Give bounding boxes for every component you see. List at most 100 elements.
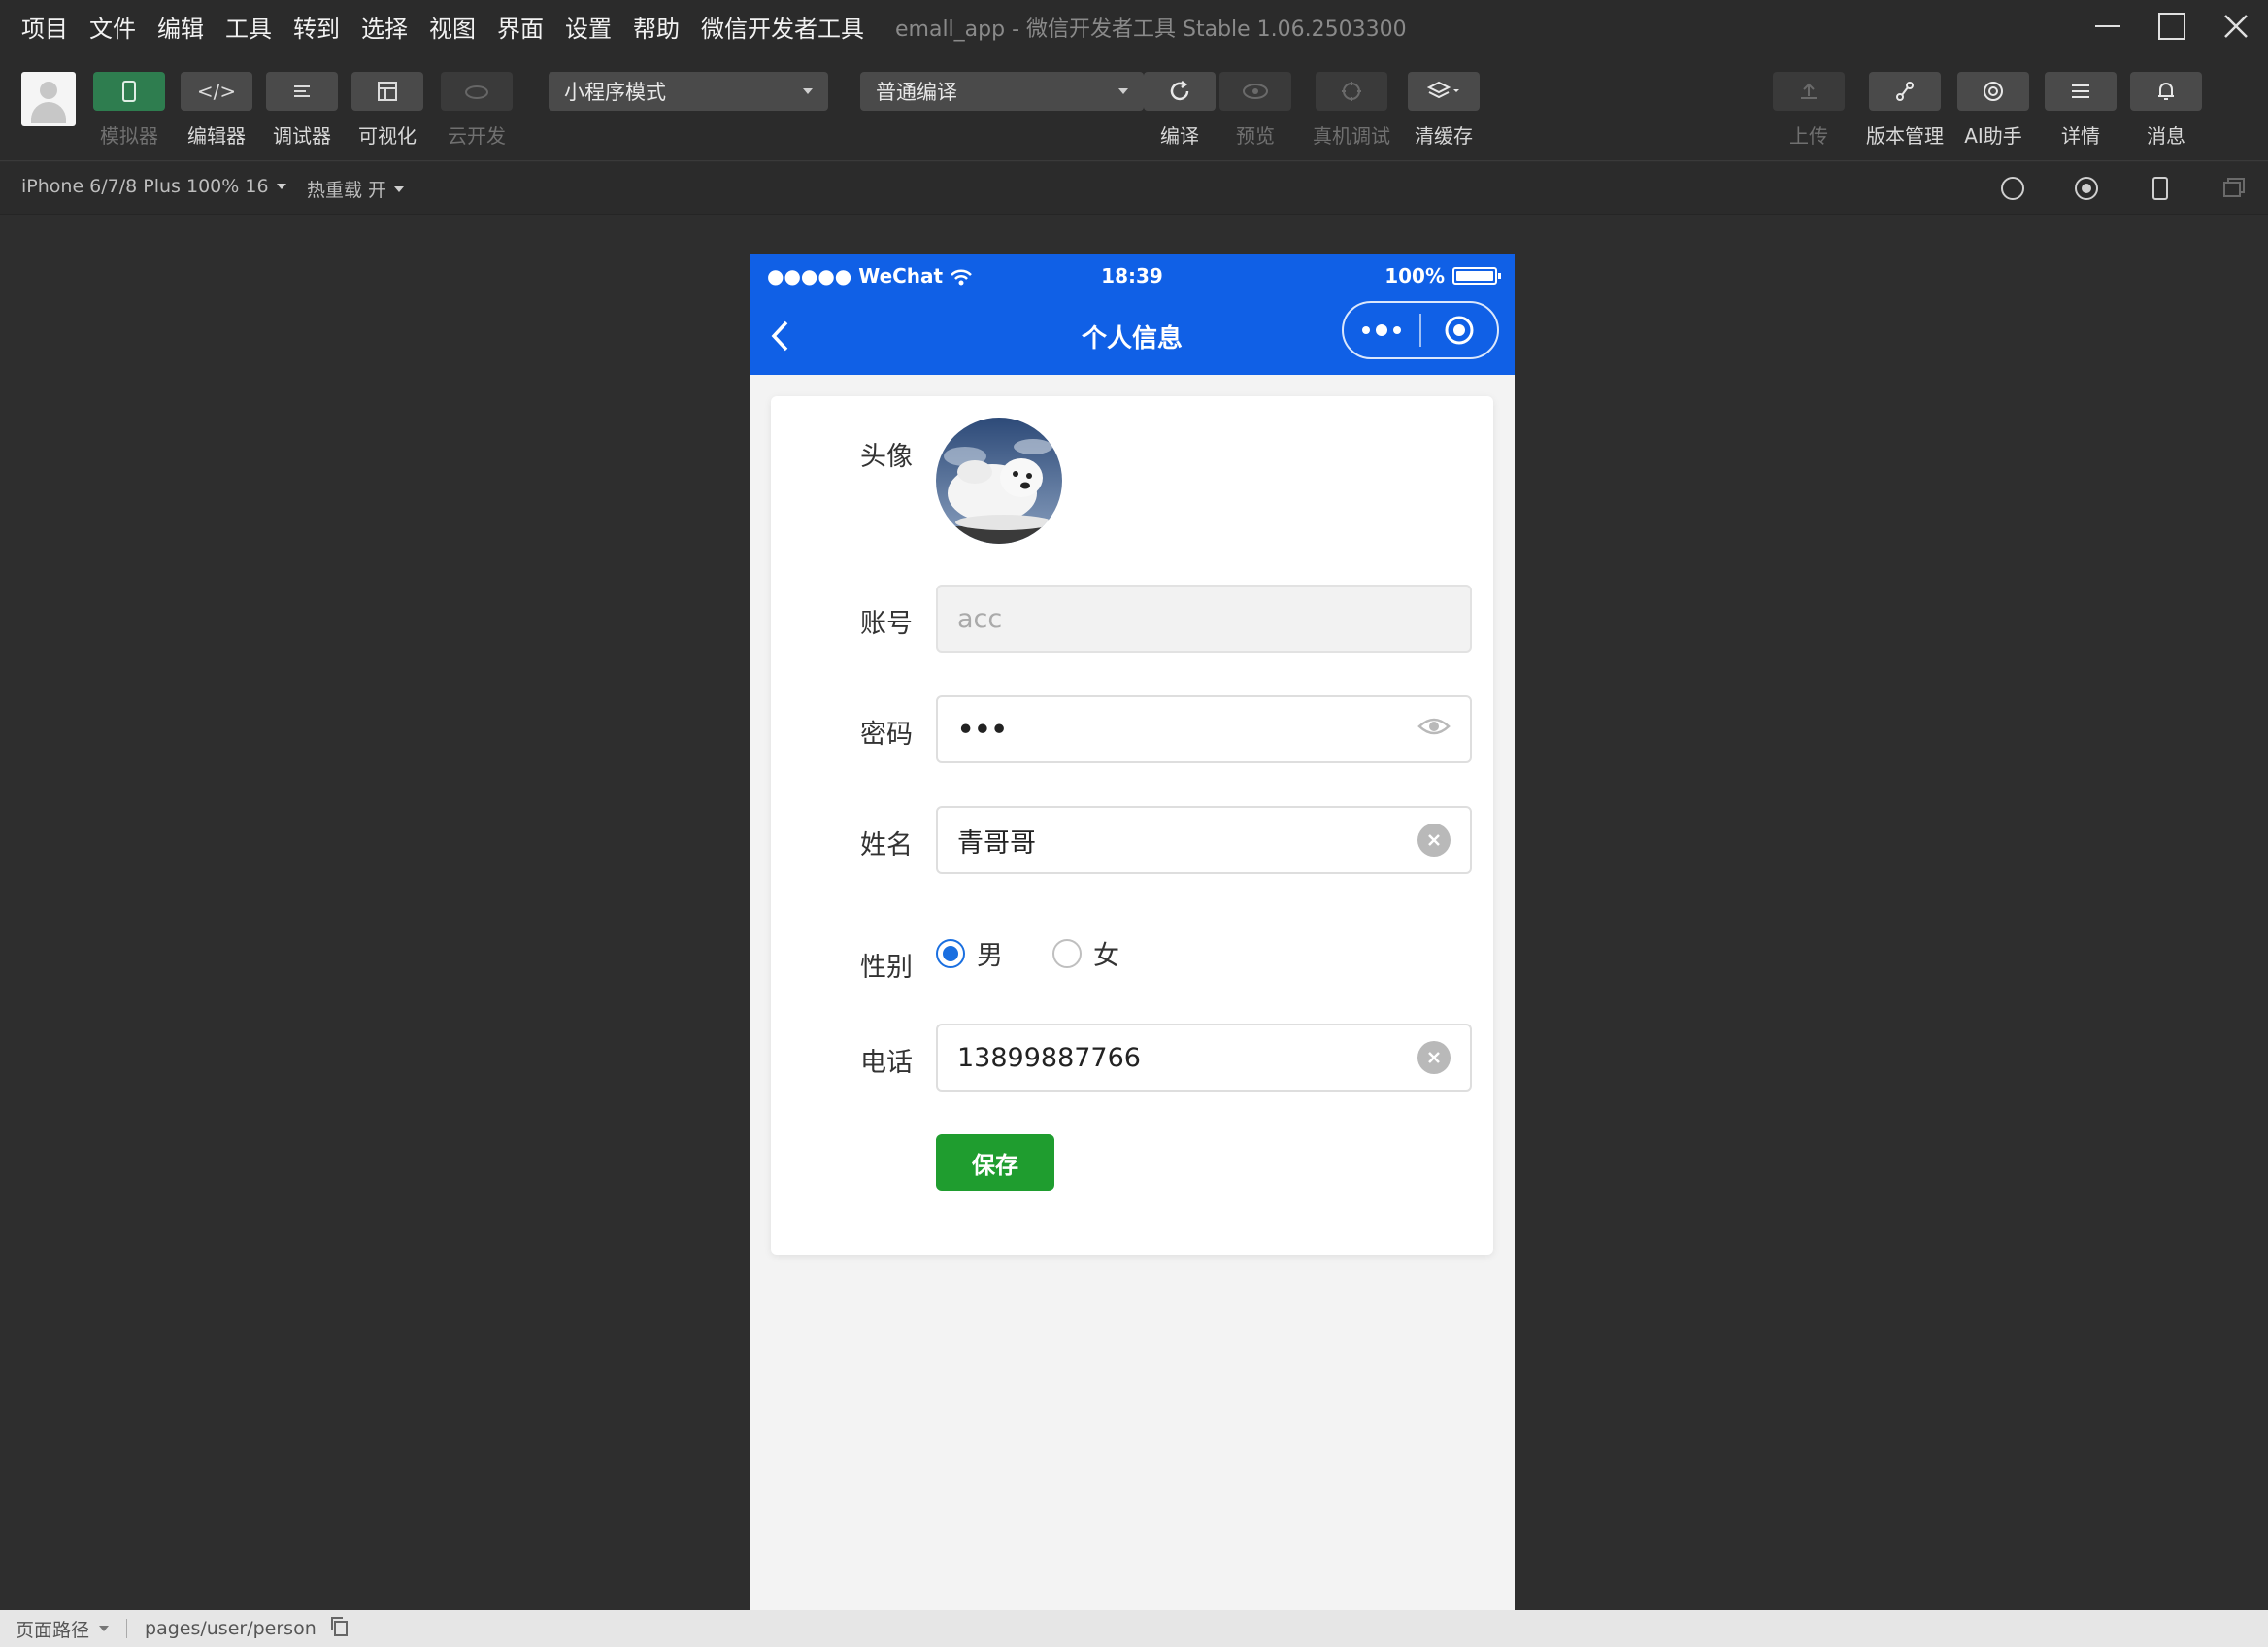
menu-file[interactable]: 文件 [89,10,136,44]
gender-male-label: 男 [977,941,1003,971]
menu-icon[interactable] [2045,72,2117,111]
gender-option-female[interactable]: 女 [1052,934,1119,972]
close-window-button[interactable] [2204,0,2268,52]
menu-tools[interactable]: 工具 [225,10,272,44]
layout-icon[interactable] [351,72,423,111]
mode-select[interactable]: 小程序模式 [549,72,828,111]
copy-icon [330,1616,348,1636]
menu-select[interactable]: 选择 [361,10,408,44]
menu-edit[interactable]: 编辑 [157,10,204,44]
visual-label: 可视化 [358,124,417,148]
clear-cache-button[interactable]: 清缓存 [1408,72,1480,149]
save-button[interactable]: 保存 [936,1134,1054,1191]
radio-female[interactable] [1052,938,1082,968]
rotate-device-icon[interactable] [2148,176,2173,201]
status-divider [126,1619,128,1638]
device-select[interactable]: iPhone 6/7/8 Plus 100% 16 [21,176,286,197]
user-avatar[interactable] [21,72,76,126]
refresh-icon[interactable] [1144,72,1216,111]
visual-toggle[interactable]: 可视化 [351,72,423,149]
menu-wechat-devtools[interactable]: 微信开发者工具 [701,10,864,44]
hot-reload-select[interactable]: 热重载 开 [307,176,405,202]
gender-option-male[interactable]: 男 [936,934,1003,972]
name-field[interactable]: 青哥哥 [936,806,1472,874]
window-mode-icon[interactable] [2221,176,2247,201]
clear-name-button[interactable] [1418,824,1451,857]
password-label: 密码 [860,720,913,750]
target-icon[interactable] [2074,176,2099,201]
more-button[interactable] [1344,303,1419,357]
clear-phone-button[interactable] [1418,1041,1451,1074]
version-button[interactable]: 版本管理 [1866,72,1944,149]
upload-label: 上传 [1789,124,1828,148]
status-battery: 100% [1384,264,1501,287]
avatar-body-shape [31,102,66,123]
menu-settings[interactable]: 设置 [565,10,612,44]
profile-card: 头像 账号 acc 密码 ••• 姓名 青哥哥 性别 男 女 电话 138998… [771,396,1493,1255]
password-field[interactable]: ••• [936,695,1472,763]
copy-path-button[interactable] [330,1616,350,1642]
page-path-label[interactable]: 页面路径 [16,1616,89,1642]
compile-select[interactable]: 普通编译 [860,72,1144,111]
layers-icon[interactable] [1408,72,1480,111]
compile-button[interactable]: 编译 [1144,72,1216,149]
ai-icon[interactable] [1957,72,2029,111]
messages-button[interactable]: 消息 [2130,72,2202,149]
phone-header: ●●●●● WeChat 18:39 100% 个人信息 [750,254,1515,375]
debugger-label: 调试器 [273,124,331,148]
name-label: 姓名 [860,830,913,860]
upload-icon[interactable] [1773,72,1845,111]
menu-interface[interactable]: 界面 [497,10,544,44]
phone-field[interactable]: 13899887766 [936,1024,1472,1092]
device-debug-label: 真机调试 [1313,124,1390,148]
details-button[interactable]: 详情 [2045,72,2117,149]
bell-icon[interactable] [2130,72,2202,111]
device-debug-button[interactable]: 真机调试 [1313,72,1390,149]
phone-simulator: ●●●●● WeChat 18:39 100% 个人信息 头像 账号 acc 密… [750,254,1515,1610]
menu-help[interactable]: 帮助 [633,10,680,44]
cloud-label: 云开发 [448,124,506,148]
simulator-label: 模拟器 [100,124,158,148]
minimize-button[interactable] [2076,0,2140,52]
editor-toggle[interactable]: </> 编辑器 [181,72,252,149]
profile-avatar[interactable] [936,418,1062,544]
password-value: ••• [957,714,1008,745]
radio-male[interactable] [936,938,965,968]
version-label: 版本管理 [1866,124,1944,148]
simulator-toggle[interactable]: 模拟器 [93,72,165,149]
code-icon[interactable]: </> [181,72,252,111]
debugger-toggle[interactable]: 调试器 [266,72,338,149]
chevron-down-icon [99,1626,110,1631]
chevron-down-icon [803,88,813,94]
device-icon[interactable] [1316,72,1387,111]
toggle-password-button[interactable] [1418,715,1451,745]
record-icon[interactable] [2000,176,2025,201]
account-field[interactable]: acc [936,585,1472,653]
maximize-button[interactable] [2140,0,2204,52]
mode-select-value: 小程序模式 [564,81,666,104]
branch-icon[interactable] [1869,72,1941,111]
hot-reload-value: 热重载 开 [307,180,387,201]
debug-icon[interactable] [266,72,338,111]
eye-icon[interactable] [1219,72,1291,111]
eye-icon [1418,718,1451,734]
phone-icon[interactable] [93,72,165,111]
more-dots-icon [1362,324,1401,336]
preview-label: 预览 [1236,124,1275,148]
preview-button[interactable]: 预览 [1219,72,1291,149]
cloud-icon[interactable] [441,72,513,111]
ai-assistant-button[interactable]: AI助手 [1957,72,2029,149]
clear-cache-label: 清缓存 [1415,124,1473,148]
gender-label: 性别 [860,953,913,983]
clear-icon [1428,1052,1440,1063]
upload-button[interactable]: 上传 [1773,72,1845,149]
menu-project[interactable]: 项目 [21,10,68,44]
clear-icon [1428,834,1440,846]
cloud-toggle[interactable]: 云开发 [441,72,513,149]
menu-goto[interactable]: 转到 [293,10,340,44]
chevron-down-icon [1118,88,1128,94]
menu-view[interactable]: 视图 [429,10,476,44]
page-path[interactable]: pages/user/person [145,1618,317,1639]
exit-button[interactable] [1421,303,1497,357]
minimize-icon [2095,25,2120,27]
